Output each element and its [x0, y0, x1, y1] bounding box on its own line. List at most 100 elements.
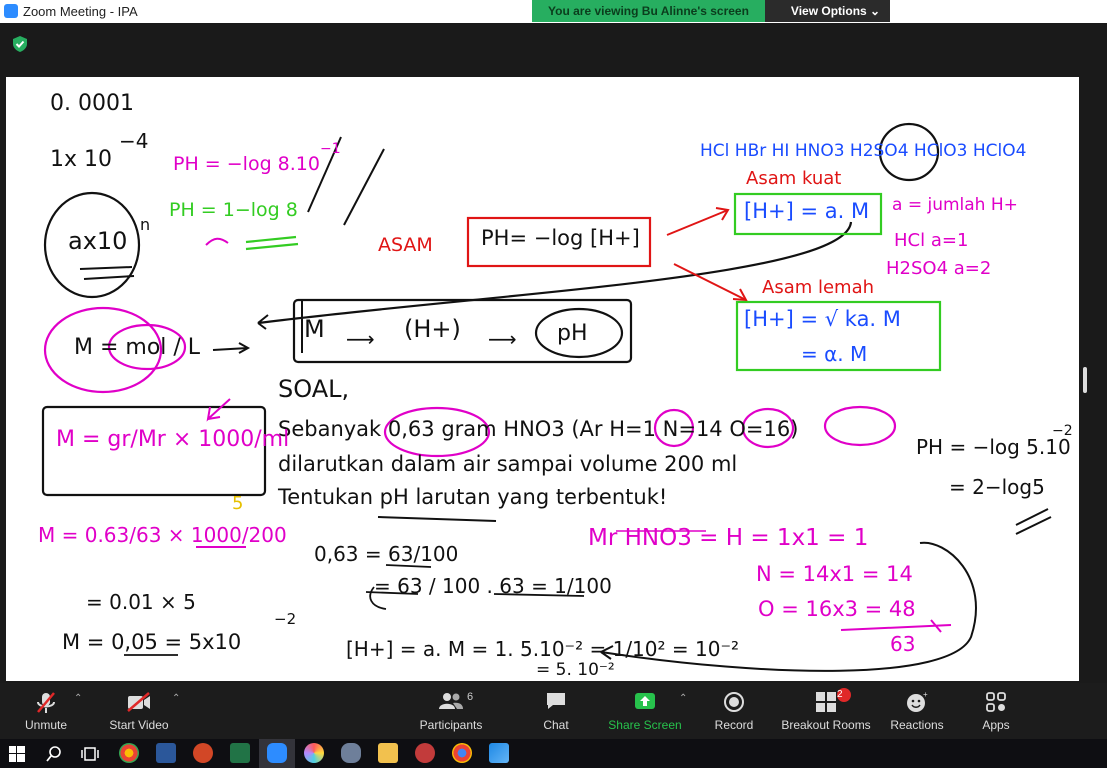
h-concentration: [H+] = a. M = 1. 5.10⁻² = 1/10² = 10⁻²: [346, 637, 740, 661]
chrome-profile-icon[interactable]: [452, 743, 472, 763]
excel-icon[interactable]: [230, 743, 250, 763]
windows-taskbar: [0, 739, 1107, 768]
note-scientific: 1x 10: [50, 147, 113, 172]
media-app-icon[interactable]: [415, 743, 435, 763]
ph-log-8: PH = −log 8.10: [173, 153, 320, 175]
flow-arrow-2: ⟶: [488, 327, 517, 351]
breakout-badge: 2: [837, 688, 851, 702]
calc-step-3-exponent: −2: [274, 610, 297, 628]
apps-label: Apps: [982, 718, 1010, 732]
reactions-button[interactable]: + Reactions: [886, 683, 948, 739]
note-ax10n: ax10: [68, 227, 128, 255]
svg-text:+: +: [923, 691, 928, 699]
unmute-label: Unmute: [24, 718, 68, 732]
record-label: Record: [714, 718, 754, 732]
breakout-rooms-label: Breakout Rooms: [781, 718, 871, 732]
meeting-toolbar: Unmute ⌃ Start Video ⌃ Participants 6 Ch…: [0, 683, 1107, 739]
weak-acid-formula: [H+] = √ ka. M: [744, 307, 901, 331]
note-decimal: 0. 0001: [50, 91, 134, 116]
asam-label: ASAM: [378, 234, 433, 256]
mr-oxygen: O = 16x3 = 48: [758, 597, 916, 621]
flow-ph: pH: [557, 321, 588, 346]
share-options-caret[interactable]: ⌃: [679, 693, 687, 704]
windows-start-icon[interactable]: [9, 746, 25, 762]
hcl-example: HCl a=1: [894, 230, 969, 251]
calc-step-2: = 0.01 × 5: [86, 590, 196, 614]
participants-icon: [439, 693, 463, 709]
h-concentration-2: = 5. 10⁻²: [536, 660, 615, 680]
photos-icon[interactable]: [489, 743, 509, 763]
apps-button[interactable]: Apps: [970, 683, 1022, 739]
search-icon[interactable]: [46, 746, 62, 762]
ph-answer-2: = 2−log5: [949, 475, 1045, 499]
participants-label: Participants: [419, 718, 483, 732]
ph-formula: PH= −log [H+]: [481, 226, 640, 250]
powerpoint-icon[interactable]: [193, 743, 213, 763]
reactions-label: Reactions: [890, 718, 944, 732]
calc-step-3: M = 0,05 = 5x10: [62, 630, 242, 654]
mr-nitrogen: N = 14x1 = 14: [756, 562, 913, 586]
video-off-icon: [127, 692, 150, 712]
ph-answer-1: PH = −log 5.10: [916, 435, 1071, 459]
a-definition: a = jumlah H+: [892, 195, 1018, 215]
audio-options-caret[interactable]: ⌃: [74, 693, 82, 704]
smiley-reaction-icon: +: [907, 691, 928, 712]
chrome-icon[interactable]: [119, 743, 139, 763]
strong-acid-formula: [H+] = a. M: [744, 199, 870, 223]
strong-acids-list: HCl HBr HI HNO3 H2SO4 HClO3 HClO4: [700, 141, 1027, 161]
start-video-button[interactable]: Start Video: [104, 683, 174, 739]
question-line-3: Tentukan pH larutan yang terbentuk!: [278, 485, 668, 509]
unmute-button[interactable]: Unmute: [14, 683, 78, 739]
participants-count: 6: [467, 691, 474, 703]
file-explorer-icon[interactable]: [378, 743, 398, 763]
chat-label: Chat: [543, 718, 569, 732]
calc-five-note: 5: [232, 493, 244, 514]
mr-hno3: Mr HNO3 = H = 1x1 = 1: [588, 525, 869, 551]
task-view-icon[interactable]: [81, 746, 99, 762]
note-exponent: −4: [119, 129, 149, 153]
zoom-app-icon: [4, 4, 18, 18]
zoom-taskbar-icon[interactable]: [267, 743, 287, 763]
question-line-1: Sebanyak 0,63 gram HNO3 (Ar H=1 N=14 O=1…: [278, 417, 799, 441]
window-title: Zoom Meeting - IPA: [23, 4, 138, 19]
share-screen-label: Share Screen: [608, 718, 682, 732]
word-icon[interactable]: [156, 743, 176, 763]
share-screen-icon: [635, 693, 655, 709]
shared-whiteboard: 0. 0001 1x 10 −4 ax10 n M ⟶ (H+) ⟶ pH SO…: [6, 77, 1079, 681]
ph-answer-exponent: −2: [1052, 423, 1073, 439]
paint-icon[interactable]: [341, 743, 361, 763]
record-icon: [724, 692, 744, 712]
share-screen-button[interactable]: Share Screen: [604, 683, 686, 739]
security-shield-icon[interactable]: [12, 35, 28, 53]
h2so4-example: H2SO4 a=2: [886, 258, 992, 279]
ph-1-log-8: PH = 1−log 8: [169, 199, 298, 221]
title-bar: Zoom Meeting - IPA You are viewing Bu Al…: [0, 0, 1107, 23]
mr-total: 63: [890, 632, 916, 656]
breakout-rooms-icon: [816, 692, 836, 712]
fraction-step-2: = 63 / 100 . 63 = 1/100: [374, 574, 612, 598]
molarity-definition: M = mol / L: [74, 335, 201, 360]
screen-share-banner: You are viewing Bu Alinne's screen View …: [532, 0, 891, 22]
record-button[interactable]: Record: [706, 683, 762, 739]
view-options-button[interactable]: View Options ⌄: [764, 0, 891, 22]
viewing-status: You are viewing Bu Alinne's screen: [532, 0, 765, 22]
ph-log-8-exponent: −1: [320, 141, 341, 157]
note-n-exponent: n: [140, 215, 151, 234]
weak-acid-alpha: = α. M: [801, 342, 868, 366]
asam-lemah-label: Asam lemah: [762, 277, 875, 298]
breakout-rooms-button[interactable]: Breakout Rooms: [778, 683, 874, 739]
flow-arrow-1: ⟶: [346, 327, 375, 351]
color-app-icon[interactable]: [304, 743, 324, 763]
chat-button[interactable]: Chat: [530, 683, 582, 739]
scroll-handle[interactable]: [1083, 367, 1087, 393]
chat-icon: [547, 693, 565, 709]
asam-kuat-label: Asam kuat: [746, 168, 842, 189]
molarity-formula: M = gr/Mr × 1000/ml: [56, 427, 290, 452]
participants-button[interactable]: Participants: [414, 683, 488, 739]
soal-label: SOAL,: [278, 375, 350, 403]
flow-h-ion: (H+): [404, 315, 461, 343]
video-options-caret[interactable]: ⌃: [172, 693, 180, 704]
apps-icon: [986, 692, 1006, 712]
muted-microphone-icon: [37, 692, 55, 713]
flow-molarity: M: [304, 315, 325, 343]
